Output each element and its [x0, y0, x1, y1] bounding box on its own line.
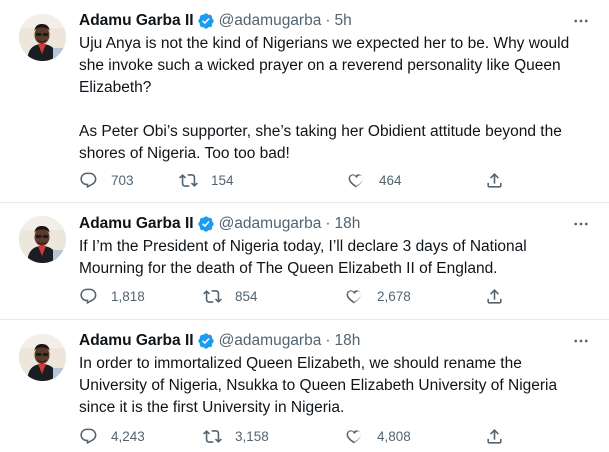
display-name[interactable]: Adamu Garba II	[79, 330, 194, 352]
tweet[interactable]: Adamu Garba II @adamugarba · 18h If I’m …	[0, 203, 609, 320]
verified-badge-icon	[197, 216, 214, 232]
more-icon	[574, 222, 588, 226]
retweet-count: 3,158	[235, 428, 269, 444]
reply-count: 703	[111, 172, 134, 188]
more-button[interactable]	[571, 10, 591, 32]
tweet-text: Uju Anya is not the kind of Nigerians we…	[79, 33, 591, 165]
like-count: 464	[379, 172, 402, 188]
profile-photo	[19, 334, 66, 381]
separator: ·	[325, 12, 331, 29]
avatar[interactable]	[19, 334, 66, 381]
display-name[interactable]: Adamu Garba II	[79, 213, 194, 235]
tweet[interactable]: Adamu Garba II @adamugarba · 18h In orde…	[0, 320, 609, 452]
tweet-paragraph: In order to immortalized Queen Elizabeth…	[79, 355, 558, 416]
timestamp[interactable]: 18h	[335, 213, 361, 235]
retweet-button[interactable]: 854	[203, 287, 258, 306]
tweet-paragraph: If I’m the President of Nigeria today, I…	[79, 238, 527, 277]
heart-icon	[348, 173, 363, 188]
retweet-icon	[203, 429, 222, 443]
tweet-actions: 703 154 464	[79, 170, 591, 190]
display-name[interactable]: Adamu Garba II	[79, 10, 194, 32]
share-button[interactable]	[485, 427, 504, 446]
profile-photo	[19, 14, 66, 61]
reply-button[interactable]: 1,818	[79, 287, 145, 306]
reply-count: 4,243	[111, 428, 145, 444]
retweet-button[interactable]: 3,158	[203, 427, 269, 446]
tweet-body: Adamu Garba II @adamugarba · 18h If I’m …	[79, 213, 591, 280]
more-button[interactable]	[571, 330, 591, 352]
heart-icon	[346, 429, 361, 444]
tweet-body: Adamu Garba II @adamugarba · 5h Uju Anya…	[79, 10, 591, 165]
reply-button[interactable]: 703	[79, 171, 134, 190]
tweet-actions: 4,243 3,158 4,808	[79, 426, 591, 446]
avatar[interactable]	[19, 216, 66, 263]
share-icon	[487, 172, 502, 188]
more-icon	[574, 339, 588, 343]
like-button[interactable]: 4,808	[345, 427, 411, 446]
retweet-icon	[179, 173, 198, 187]
separator: ·	[325, 332, 331, 349]
handle[interactable]: @adamugarba	[219, 10, 322, 32]
verified-badge-icon	[197, 333, 214, 349]
avatar[interactable]	[19, 14, 66, 61]
like-count: 2,678	[377, 288, 411, 304]
heart-icon	[346, 289, 361, 304]
tweet-paragraph: As Peter Obi’s supporter, she’s taking h…	[79, 123, 562, 162]
timestamp[interactable]: 5h	[335, 10, 352, 32]
reply-count: 1,818	[111, 288, 145, 304]
retweet-icon	[203, 289, 222, 303]
tweet[interactable]: Adamu Garba II @adamugarba · 5h Uju Anya…	[0, 0, 609, 203]
tweet-header: Adamu Garba II @adamugarba · 18h	[79, 330, 591, 352]
handle[interactable]: @adamugarba	[219, 330, 322, 352]
like-count: 4,808	[377, 428, 411, 444]
reply-button[interactable]: 4,243	[79, 427, 145, 446]
handle[interactable]: @adamugarba	[219, 213, 322, 235]
reply-icon	[80, 172, 97, 188]
verified-badge-icon	[197, 13, 214, 29]
share-button[interactable]	[485, 171, 504, 190]
retweet-button[interactable]: 154	[179, 171, 234, 190]
retweet-count: 154	[211, 172, 234, 188]
tweet-actions: 1,818 854 2,678	[79, 286, 591, 306]
tweet-paragraph: Uju Anya is not the kind of Nigerians we…	[79, 35, 570, 96]
tweet-body: Adamu Garba II @adamugarba · 18h In orde…	[79, 330, 591, 419]
reply-icon	[80, 288, 97, 304]
share-icon	[487, 428, 502, 444]
tweet-text: In order to immortalized Queen Elizabeth…	[79, 353, 591, 419]
tweet-header: Adamu Garba II @adamugarba · 5h	[79, 10, 591, 32]
tweet-text: If I’m the President of Nigeria today, I…	[79, 236, 591, 280]
separator: ·	[325, 215, 331, 232]
tweet-header: Adamu Garba II @adamugarba · 18h	[79, 213, 591, 235]
more-button[interactable]	[571, 213, 591, 235]
profile-photo	[19, 216, 66, 263]
tweet-feed: Adamu Garba II @adamugarba · 5h Uju Anya…	[0, 0, 609, 452]
like-button[interactable]: 464	[347, 171, 402, 190]
timestamp[interactable]: 18h	[335, 330, 361, 352]
share-icon	[487, 288, 502, 304]
reply-icon	[80, 428, 97, 444]
more-icon	[574, 19, 588, 23]
like-button[interactable]: 2,678	[345, 287, 411, 306]
retweet-count: 854	[235, 288, 258, 304]
share-button[interactable]	[485, 287, 504, 306]
